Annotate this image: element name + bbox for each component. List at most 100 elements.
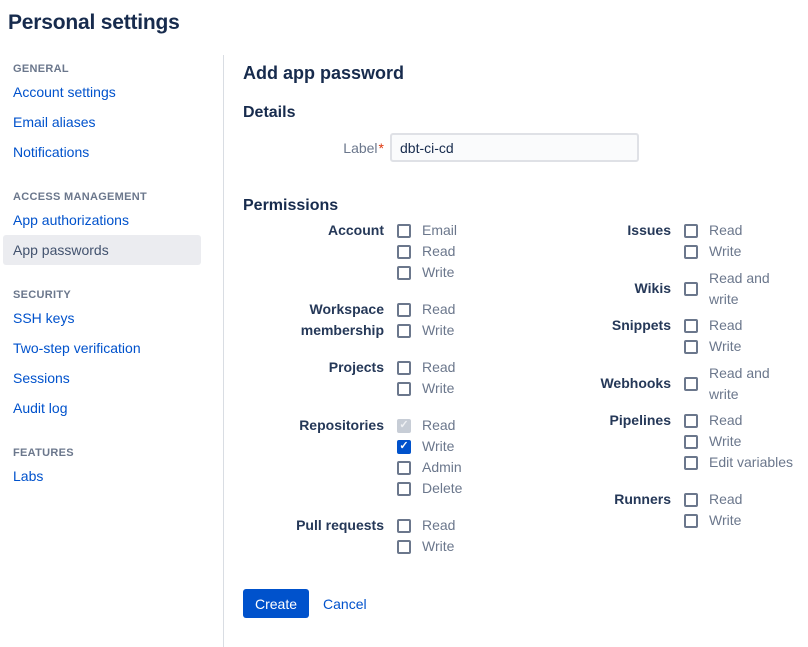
permission-options: Read and write	[684, 278, 800, 299]
checkbox-label: Write	[422, 262, 454, 283]
permissions-section: Permissions AccountEmailReadWrite Workspa…	[243, 196, 800, 557]
checkbox-runners-read[interactable]	[684, 493, 698, 507]
sidebar-item-notifications[interactable]: Notifications	[3, 137, 201, 167]
checkbox-label: Edit variables	[709, 452, 793, 473]
permission-group-label: Projects	[243, 357, 384, 399]
checkbox-label: Write	[422, 378, 454, 399]
label-field-label: Label*	[243, 140, 384, 156]
checkbox-projects-read[interactable]	[397, 361, 411, 375]
checkbox-label: Email	[422, 220, 457, 241]
checkbox-label: Read	[709, 489, 742, 510]
checkbox-issues-write[interactable]	[684, 245, 698, 259]
checkbox-row-pipelines-edit-variables[interactable]: Edit variables	[684, 452, 793, 473]
checkbox-label: Read	[709, 410, 742, 431]
checkbox-row-pull-requests-read[interactable]: Read	[397, 515, 455, 536]
checkbox-pull-requests-write[interactable]	[397, 540, 411, 554]
checkbox-workspace-membership-read[interactable]	[397, 303, 411, 317]
checkbox-row-webhooks-read-and-write[interactable]: Read and write	[684, 373, 800, 394]
sidebar-section-title: GENERAL	[13, 63, 210, 75]
checkbox-row-projects-write[interactable]: Write	[397, 378, 455, 399]
checkbox-pipelines-write[interactable]	[684, 435, 698, 449]
checkbox-repositories-admin[interactable]	[397, 461, 411, 475]
checkbox-label: Write	[422, 436, 454, 457]
checkbox-row-projects-read[interactable]: Read	[397, 357, 455, 378]
checkbox-row-wikis-read-and-write[interactable]: Read and write	[684, 278, 800, 299]
checkbox-row-repositories-admin[interactable]: Admin	[397, 457, 462, 478]
checkbox-pipelines-read[interactable]	[684, 414, 698, 428]
checkbox-pipelines-edit-variables[interactable]	[684, 456, 698, 470]
sidebar-section-title: SECURITY	[13, 289, 210, 301]
cancel-link[interactable]: Cancel	[323, 596, 367, 612]
sidebar-item-two-step-verification[interactable]: Two-step verification	[3, 333, 201, 363]
checkbox-row-workspace-membership-read[interactable]: Read	[397, 299, 455, 320]
checkbox-row-pipelines-write[interactable]: Write	[684, 431, 793, 452]
sidebar-item-account-settings[interactable]: Account settings	[3, 77, 201, 107]
checkbox-row-snippets-write[interactable]: Write	[684, 336, 742, 357]
checkbox-row-repositories-read[interactable]: Read	[397, 415, 462, 436]
checkbox-row-account-read[interactable]: Read	[397, 241, 457, 262]
checkbox-label: Read	[709, 220, 742, 241]
checkbox-row-runners-write[interactable]: Write	[684, 510, 742, 531]
checkbox-snippets-read[interactable]	[684, 319, 698, 333]
checkbox-row-repositories-write[interactable]: Write	[397, 436, 462, 457]
create-button[interactable]: Create	[243, 589, 309, 618]
sidebar-section-features: FEATURESLabs	[0, 447, 223, 491]
checkbox-row-account-write[interactable]: Write	[397, 262, 457, 283]
checkbox-repositories-write[interactable]	[397, 440, 411, 454]
permission-options: ReadWriteEdit variables	[684, 410, 793, 473]
checkbox-label: Delete	[422, 478, 462, 499]
sidebar-item-ssh-keys[interactable]: SSH keys	[3, 303, 201, 333]
checkbox-pull-requests-read[interactable]	[397, 519, 411, 533]
permission-group-pipelines: PipelinesReadWriteEdit variables	[530, 410, 800, 473]
required-marker: *	[379, 140, 384, 156]
checkbox-row-repositories-delete[interactable]: Delete	[397, 478, 462, 499]
sidebar-item-sessions[interactable]: Sessions	[3, 363, 201, 393]
checkbox-projects-write[interactable]	[397, 382, 411, 396]
checkbox-issues-read[interactable]	[684, 224, 698, 238]
checkbox-row-workspace-membership-write[interactable]: Write	[397, 320, 455, 341]
permission-group-account: AccountEmailReadWrite	[243, 220, 530, 283]
sidebar-section-general: GENERAL Account settingsEmail aliasesNoti…	[0, 63, 223, 167]
checkbox-label: Read and write	[709, 268, 800, 310]
sidebar-item-app-authorizations[interactable]: App authorizations	[3, 205, 201, 235]
checkbox-repositories-delete[interactable]	[397, 482, 411, 496]
form-actions: Create Cancel	[243, 589, 800, 618]
permission-group-label: Webhooks	[530, 373, 671, 394]
page-title: Personal settings	[8, 10, 808, 35]
checkbox-account-write[interactable]	[397, 266, 411, 280]
checkbox-workspace-membership-write[interactable]	[397, 324, 411, 338]
checkbox-row-snippets-read[interactable]: Read	[684, 315, 742, 336]
label-input[interactable]	[390, 133, 639, 162]
label-field-text: Label	[343, 140, 377, 156]
checkbox-row-issues-read[interactable]: Read	[684, 220, 742, 241]
sidebar-item-audit-log[interactable]: Audit log	[3, 393, 201, 423]
permission-group-wikis: Wikis Read and write	[530, 278, 800, 299]
permissions-column-1: AccountEmailReadWrite Workspace membershi…	[243, 220, 530, 557]
checkbox-wikis-read-and-write[interactable]	[684, 282, 698, 296]
checkbox-row-account-email[interactable]: Email	[397, 220, 457, 241]
checkbox-label: Read	[422, 241, 455, 262]
permission-group-label: Workspace membership	[243, 299, 384, 341]
permission-group-snippets: SnippetsReadWrite	[530, 315, 800, 357]
permission-options: ReadWrite	[397, 357, 455, 399]
checkbox-webhooks-read-and-write[interactable]	[684, 377, 698, 391]
permissions-heading: Permissions	[243, 196, 800, 215]
checkbox-label: Read and write	[709, 363, 800, 405]
sidebar-item-email-aliases[interactable]: Email aliases	[3, 107, 201, 137]
sidebar-section-access-management: ACCESS MANAGEMENTApp authorizationsApp p…	[0, 191, 223, 265]
sidebar-item-app-passwords[interactable]: App passwords	[3, 235, 201, 265]
checkbox-row-runners-read[interactable]: Read	[684, 489, 742, 510]
sidebar-item-labs[interactable]: Labs	[3, 461, 201, 491]
checkbox-account-email[interactable]	[397, 224, 411, 238]
checkbox-snippets-write[interactable]	[684, 340, 698, 354]
permission-options: ReadWrite	[397, 299, 455, 341]
permission-options: EmailReadWrite	[397, 220, 457, 283]
checkbox-runners-write[interactable]	[684, 514, 698, 528]
checkbox-row-pull-requests-write[interactable]: Write	[397, 536, 455, 557]
checkbox-row-pipelines-read[interactable]: Read	[684, 410, 793, 431]
checkbox-label: Write	[422, 320, 454, 341]
checkbox-row-issues-write[interactable]: Write	[684, 241, 742, 262]
checkbox-label: Read	[422, 415, 455, 436]
checkbox-account-read[interactable]	[397, 245, 411, 259]
permission-group-label: Wikis	[530, 278, 671, 299]
